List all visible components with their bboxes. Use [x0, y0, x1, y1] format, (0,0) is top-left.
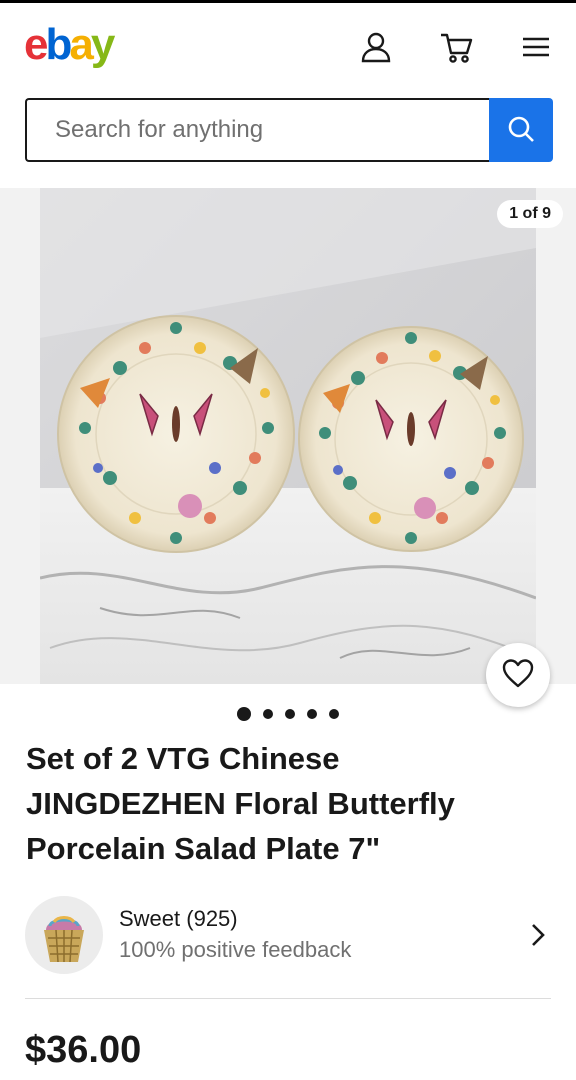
watch-button[interactable] — [486, 643, 550, 707]
plate-right — [298, 326, 524, 552]
seller-name: Sweet (925) — [119, 906, 238, 931]
image-counter: 1 of 9 — [497, 200, 563, 228]
search-bar — [25, 98, 553, 162]
logo-letter: e — [24, 20, 49, 69]
product-photo[interactable] — [40, 188, 536, 684]
pagination-dot[interactable] — [329, 709, 339, 719]
search-icon — [507, 115, 535, 146]
pagination-dot[interactable] — [285, 709, 295, 719]
cart-icon[interactable] — [438, 29, 474, 65]
image-gallery[interactable]: 1 of 9 — [0, 188, 576, 684]
logo-letter: a — [69, 20, 94, 69]
price: $36.00 — [25, 1029, 142, 1071]
divider — [25, 998, 551, 999]
search-input[interactable] — [25, 98, 489, 162]
pagination-dot[interactable] — [263, 709, 273, 719]
menu-icon[interactable] — [518, 29, 554, 65]
header: ebay — [0, 0, 576, 90]
search-button[interactable] — [489, 98, 553, 162]
seller-card[interactable]: Sweet (925) 100% positive feedback — [25, 896, 553, 974]
pagination-dot[interactable] — [307, 709, 317, 719]
ebay-logo[interactable]: ebay — [24, 20, 116, 69]
pagination-dot-active[interactable] — [237, 707, 251, 721]
gallery-pagination — [0, 707, 576, 721]
listing-title: Set of 2 VTG Chinese JINGDEZHEN Floral B… — [26, 741, 455, 866]
logo-letter: b — [45, 20, 72, 69]
user-icon[interactable] — [358, 29, 394, 65]
plate-left — [57, 315, 295, 553]
seller-avatar — [25, 896, 103, 974]
heart-icon — [501, 658, 535, 693]
chevron-right-icon[interactable] — [523, 920, 553, 950]
seller-feedback: 100% positive feedback — [119, 937, 352, 962]
logo-letter: y — [90, 20, 116, 69]
